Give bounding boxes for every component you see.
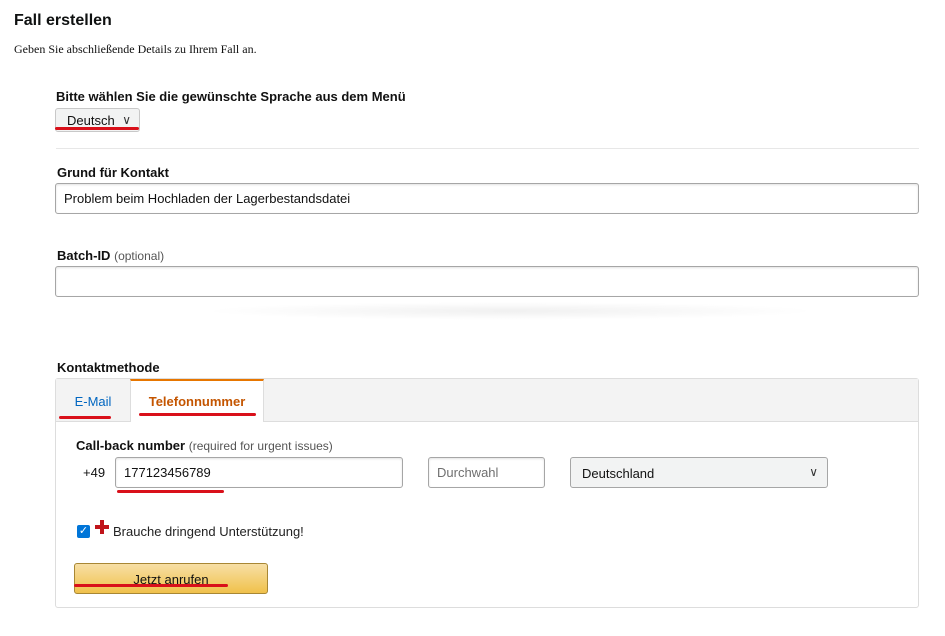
chevron-down-icon: ∨ <box>122 113 131 127</box>
country-code-prefix: +49 <box>83 465 106 480</box>
language-select-value: Deutsch <box>67 113 115 128</box>
annotation-underline-language <box>55 127 139 130</box>
tab-email[interactable]: E-Mail <box>56 379 130 421</box>
urgent-checkbox[interactable]: ✓ <box>77 525 90 538</box>
language-label: Bitte wählen Sie die gewünschte Sprache … <box>56 89 406 104</box>
phone-number-input[interactable]: 177123456789 <box>115 457 403 488</box>
page-subtitle: Geben Sie abschließende Details zu Ihrem… <box>14 42 257 56</box>
decorative-shadow <box>200 302 820 320</box>
section-divider <box>56 148 919 149</box>
country-select[interactable]: Deutschland ∨ <box>570 457 828 488</box>
call-now-button[interactable]: Jetzt anrufen <box>74 563 268 594</box>
reason-input[interactable]: Problem beim Hochladen der Lagerbestands… <box>55 183 919 214</box>
callback-number-label: Call-back number (required for urgent is… <box>76 438 333 453</box>
annotation-underline-call-button <box>74 584 228 587</box>
callback-number-label-text: Call-back number <box>76 438 186 453</box>
annotation-underline-email-tab <box>59 416 111 419</box>
callback-number-hint: (required for urgent issues) <box>188 439 333 453</box>
batch-id-label: Batch-ID (optional) <box>57 248 164 263</box>
page-title: Fall erstellen <box>14 12 112 29</box>
batch-id-input[interactable] <box>55 266 919 297</box>
reason-label: Grund für Kontakt <box>57 165 169 180</box>
red-cross-icon <box>95 520 109 534</box>
chevron-down-icon: ∨ <box>809 465 818 479</box>
annotation-underline-phone-number <box>117 490 224 493</box>
batch-id-optional: (optional) <box>114 249 165 263</box>
extension-input[interactable]: Durchwahl <box>428 457 545 488</box>
contact-method-label: Kontaktmethode <box>57 360 160 375</box>
urgent-label: Brauche dringend Unterstützung! <box>113 524 304 539</box>
batch-id-label-text: Batch-ID <box>57 248 111 263</box>
annotation-underline-phone-tab <box>139 413 256 416</box>
country-select-value: Deutschland <box>582 466 655 481</box>
